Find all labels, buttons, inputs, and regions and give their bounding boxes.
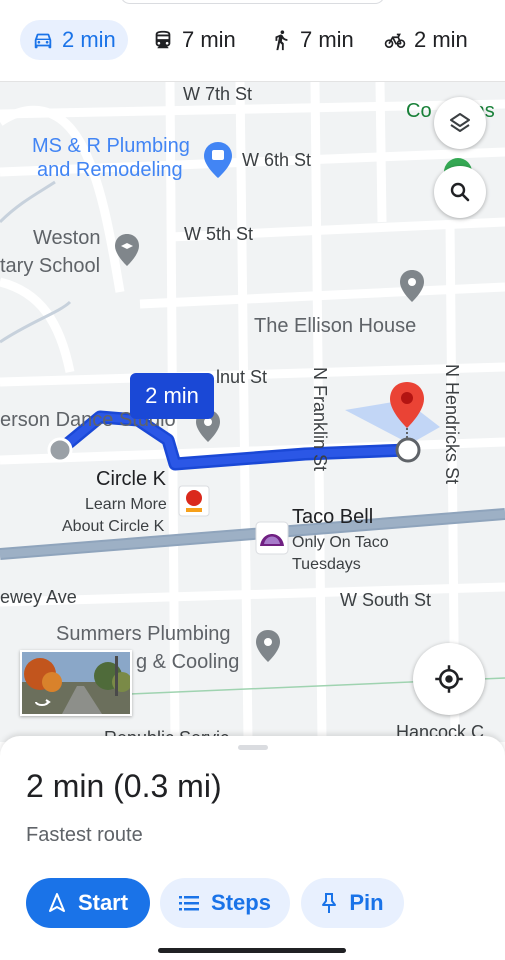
place-name-line1: Summers Plumbing [56, 623, 231, 645]
route-subtitle: Fastest route [26, 824, 143, 846]
home-indicator[interactable] [158, 948, 346, 953]
pin-button-label: Pin [349, 890, 384, 915]
street-label-dewey: ewey Ave [0, 587, 77, 607]
search-icon [450, 182, 470, 202]
travel-mode-bar: 2 min 7 min 7 min 2 min [0, 0, 505, 82]
map-canvas[interactable]: W 7th St W 6th St W 5th St lnut St N Fra… [0, 82, 505, 742]
street-label-wsouth: W South St [340, 590, 432, 610]
car-icon [34, 33, 52, 49]
pin-button[interactable]: Pin [301, 878, 404, 928]
route-time-bubble[interactable]: 2 min [130, 373, 214, 419]
mode-bike-label: 2 min [414, 27, 468, 52]
circle-k-promo-line1: Learn More [85, 496, 167, 513]
bike-icon [384, 33, 406, 48]
street-label-w7th: W 7th St [183, 84, 253, 104]
place-name-line1: MS & R Plumbing [32, 135, 190, 157]
place-label-weston-school[interactable]: Weston tary School [0, 224, 101, 280]
street-label-hendricks: N Hendricks St [442, 364, 462, 485]
mode-transit-tab[interactable]: 7 min [140, 20, 248, 60]
my-location-button[interactable] [413, 643, 485, 715]
street-view-thumbnail[interactable] [20, 650, 132, 716]
pin-icon [322, 893, 337, 913]
street-label-w5th: W 5th St [184, 224, 254, 244]
taco-bell-promo-line1: Only On Taco [292, 534, 389, 551]
navigation-arrow-icon [48, 893, 65, 912]
train-icon [155, 30, 171, 49]
place-label-ellison-house[interactable]: The Ellison House [254, 312, 416, 340]
layers-icon [450, 113, 470, 132]
sheet-drag-handle[interactable] [238, 745, 268, 750]
mode-drive-label: 2 min [62, 27, 116, 52]
mode-bike-tab[interactable]: 2 min [372, 20, 480, 60]
steps-button[interactable]: Steps [160, 878, 290, 928]
place-name-line1: Weston [33, 227, 101, 249]
street-label-franklin: N Franklin St [310, 367, 330, 472]
list-icon [179, 896, 200, 911]
street-view-image [22, 652, 130, 714]
place-label-ms-r-plumbing[interactable]: MS & R Plumbing and Remodeling [32, 134, 190, 182]
search-button[interactable] [434, 166, 486, 218]
mode-walk-label: 7 min [300, 27, 354, 52]
layers-button[interactable] [434, 97, 486, 149]
route-summary: 2 min (0.3 mi) [26, 768, 222, 804]
place-name-line2: tary School [0, 255, 101, 277]
walk-icon [275, 30, 288, 51]
place-name-part1: Co [406, 100, 432, 122]
place-name-line2: and Remodeling [37, 159, 183, 181]
mode-drive-tab[interactable]: 2 min [20, 20, 128, 60]
taco-bell-promo-line2: Tuesdays [292, 556, 361, 573]
mode-walk-tab[interactable]: 7 min [258, 20, 366, 60]
search-box-edge [120, 0, 385, 4]
route-summary-sheet: 2 min (0.3 mi) Fastest route Start Steps… [0, 736, 505, 960]
street-label-walnut: lnut St [216, 367, 268, 387]
start-button-label: Start [77, 890, 129, 915]
my-location-icon [435, 665, 463, 693]
circle-k-promo-line2: About Circle K [62, 518, 165, 535]
steps-button-label: Steps [211, 890, 271, 915]
street-label-w6th: W 6th St [242, 150, 312, 170]
start-button[interactable]: Start [26, 878, 150, 928]
place-label-circle-k[interactable]: Circle K [96, 468, 166, 491]
place-label-taco-bell[interactable]: Taco Bell [292, 506, 373, 529]
mode-transit-label: 7 min [182, 27, 236, 52]
